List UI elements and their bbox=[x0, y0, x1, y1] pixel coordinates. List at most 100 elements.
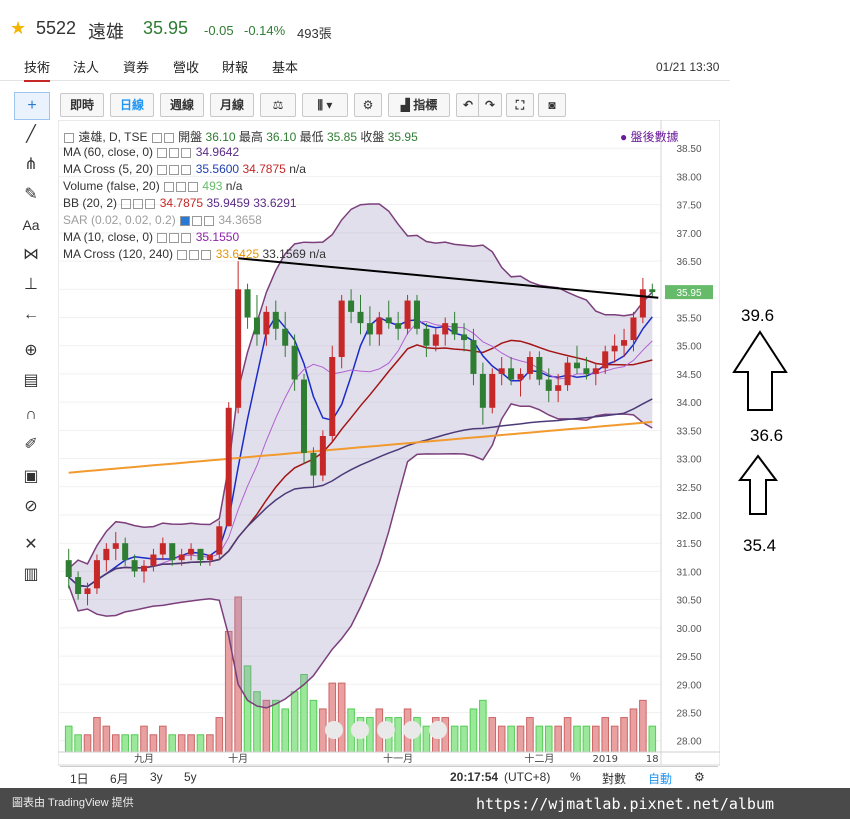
indicator-close-icon[interactable] bbox=[204, 215, 215, 226]
candle-body bbox=[630, 317, 637, 341]
candle-body bbox=[498, 368, 505, 374]
volume-bar bbox=[639, 699, 647, 753]
candle-body bbox=[564, 362, 571, 386]
interval-monthly-button[interactable]: 月線 bbox=[210, 93, 254, 117]
bottom-settings-gear-icon[interactable]: ⚙ bbox=[694, 770, 705, 784]
indicator-label: Volume (false, 20) bbox=[63, 179, 160, 193]
indicator-gear-icon[interactable] bbox=[169, 232, 180, 243]
indicator-gear-icon[interactable] bbox=[176, 181, 187, 192]
zoom-in-control-icon[interactable] bbox=[403, 721, 421, 739]
indicator-eye-icon[interactable] bbox=[157, 147, 168, 158]
indicator-gear-icon[interactable] bbox=[189, 249, 200, 260]
indicator-eye-icon[interactable] bbox=[180, 215, 191, 226]
trend-line-icon[interactable]: ╱ bbox=[14, 122, 48, 148]
favorite-star-icon[interactable]: ★ bbox=[10, 18, 26, 39]
chart-style-icon[interactable]: ⫼ ▾ bbox=[302, 93, 348, 117]
volume-bar bbox=[394, 717, 402, 753]
after-hours-dot-icon: ● bbox=[620, 130, 631, 144]
interval-weekly-button[interactable]: 週線 bbox=[160, 93, 204, 117]
measure-icon[interactable]: ⊥ bbox=[14, 272, 48, 298]
indicator-close-icon[interactable] bbox=[181, 164, 192, 175]
candle-body bbox=[621, 340, 628, 346]
interval-daily-button[interactable]: 日線 bbox=[110, 93, 154, 117]
log-scale-toggle[interactable]: 對數 bbox=[602, 770, 626, 787]
crosshair-icon[interactable]: + bbox=[14, 92, 50, 120]
tab-technical[interactable]: 技術 bbox=[24, 57, 51, 82]
range-6m-button[interactable]: 6月 bbox=[110, 770, 129, 787]
price-tick-label: 28.00 bbox=[676, 737, 701, 748]
ruler-icon[interactable]: ▤ bbox=[14, 368, 48, 394]
volume-bar bbox=[111, 734, 120, 753]
candle-body bbox=[206, 554, 213, 561]
pitchfork-icon[interactable]: ⋔ bbox=[14, 152, 48, 178]
brush-icon[interactable]: ✎ bbox=[14, 182, 48, 208]
volume-bar bbox=[187, 734, 195, 753]
tradingview-credit[interactable]: 圖表由 TradingView 提供 bbox=[12, 794, 134, 810]
price-change: -0.05 bbox=[204, 23, 234, 38]
collapse-box-icon[interactable] bbox=[64, 132, 74, 143]
indicator-eye-icon[interactable] bbox=[177, 249, 188, 260]
legend-hide-icon[interactable] bbox=[163, 132, 174, 143]
indicators-button[interactable]: ▟ 指標 bbox=[388, 93, 450, 117]
tab-margin[interactable]: 資券 bbox=[123, 57, 149, 76]
tab-financials[interactable]: 財報 bbox=[222, 57, 248, 76]
tab-basic[interactable]: 基本 bbox=[272, 57, 298, 76]
after-hours-label[interactable]: ● 盤後數據 bbox=[620, 128, 679, 145]
volume-bar bbox=[121, 734, 129, 753]
price-tick-label: 36.50 bbox=[676, 257, 701, 268]
interval-realtime-button[interactable]: 即時 bbox=[60, 93, 104, 117]
volume-bar bbox=[620, 717, 628, 753]
arrow-back-icon[interactable]: ← bbox=[14, 302, 48, 328]
tools-icon[interactable]: ✕ bbox=[14, 532, 48, 558]
clock-timezone[interactable]: (UTC+8) bbox=[504, 770, 550, 784]
scroll-left-control-icon[interactable] bbox=[351, 721, 369, 739]
indicator-close-icon[interactable] bbox=[181, 232, 192, 243]
indicator-close-icon[interactable] bbox=[181, 147, 192, 158]
tab-institutional[interactable]: 法人 bbox=[73, 57, 99, 76]
indicator-eye-icon[interactable] bbox=[164, 181, 175, 192]
volume-bar bbox=[479, 699, 487, 753]
range-3y-button[interactable]: 3y bbox=[150, 770, 163, 784]
indicator-close-icon[interactable] bbox=[188, 181, 199, 192]
high-value: 36.10 bbox=[266, 130, 297, 144]
volume-bar bbox=[516, 725, 525, 753]
tab-revenue[interactable]: 營收 bbox=[173, 57, 199, 76]
reset-control-icon[interactable] bbox=[377, 721, 395, 739]
indicator-eye-icon[interactable] bbox=[157, 164, 168, 175]
fullscreen-icon[interactable]: ⛶ bbox=[506, 93, 534, 117]
indicator-value: 34.7875 bbox=[242, 162, 286, 176]
scroll-right-control-icon[interactable] bbox=[429, 721, 447, 739]
indicator-close-icon[interactable] bbox=[145, 198, 156, 209]
indicator-eye-icon[interactable] bbox=[121, 198, 132, 209]
percent-scale-toggle[interactable]: % bbox=[570, 770, 581, 784]
price-tick-label: 37.00 bbox=[676, 229, 701, 240]
indicator-gear-icon[interactable] bbox=[169, 164, 180, 175]
range-5y-button[interactable]: 5y bbox=[184, 770, 197, 784]
redo-icon[interactable]: ↷ bbox=[478, 93, 502, 117]
auto-scale-toggle[interactable]: 自動 bbox=[648, 770, 672, 787]
volume-bar bbox=[573, 725, 581, 753]
undo-icon[interactable]: ↶ bbox=[456, 93, 480, 117]
indicator-gear-icon[interactable] bbox=[169, 147, 180, 158]
hide-icon[interactable]: ⊘ bbox=[14, 494, 48, 520]
zoom-out-control-icon[interactable] bbox=[325, 721, 343, 739]
indicator-gear-icon[interactable] bbox=[192, 215, 203, 226]
zoom-in-icon[interactable]: ⊕ bbox=[14, 338, 48, 364]
range-1d-button[interactable]: 1日 bbox=[70, 770, 89, 787]
volume-bar bbox=[469, 708, 478, 753]
indicator-value: 35.5600 bbox=[195, 162, 240, 176]
text-tool-icon[interactable]: Aa bbox=[14, 212, 48, 238]
settings-gear-icon[interactable]: ⚙ bbox=[354, 93, 382, 117]
indicator-gear-icon[interactable] bbox=[133, 198, 144, 209]
indicator-eye-icon[interactable] bbox=[157, 232, 168, 243]
compare-scale-icon[interactable]: ⚖ bbox=[260, 93, 296, 117]
magnet-icon[interactable]: ∩ bbox=[14, 402, 48, 428]
pattern-icon[interactable]: ⋈ bbox=[14, 242, 48, 268]
snapshot-camera-icon[interactable]: ◙ bbox=[538, 93, 566, 117]
lock-icon[interactable]: ▣ bbox=[14, 464, 48, 490]
price-tick-label: 28.50 bbox=[676, 709, 701, 720]
legend-settings-icon[interactable] bbox=[151, 132, 162, 143]
indicator-close-icon[interactable] bbox=[201, 249, 212, 260]
pencil-lock-icon[interactable]: ✐ bbox=[14, 432, 48, 458]
trash-icon[interactable]: ▥ bbox=[14, 562, 48, 588]
